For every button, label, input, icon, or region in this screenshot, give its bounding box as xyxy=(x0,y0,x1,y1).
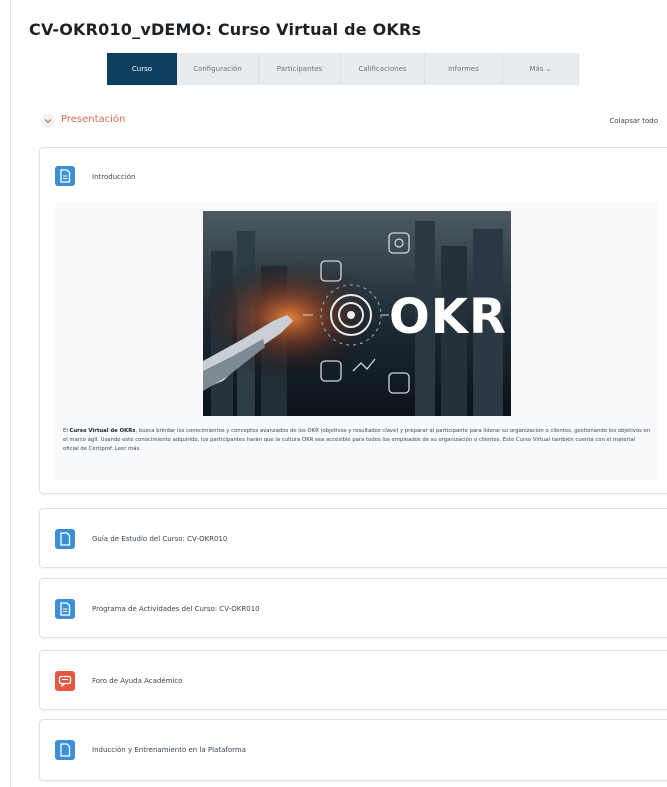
course-page: CV-OKR010_vDEMO: Curso Virtual de OKRs C… xyxy=(10,0,667,787)
okr-hero-image: OKR xyxy=(203,211,511,416)
tab-configuracion[interactable]: Configuración xyxy=(177,53,259,85)
activity-link-foro[interactable]: Foro de Ayuda Académico xyxy=(92,677,183,685)
section-title[interactable]: Presentación xyxy=(61,114,125,125)
tab-curso[interactable]: Curso xyxy=(107,53,177,85)
tab-mas[interactable]: Más ⌄ xyxy=(503,53,579,85)
activity-card-guia: Guía de Estudio del Curso: CV-OKR010 xyxy=(39,508,667,568)
activity-link-guia[interactable]: Guía de Estudio del Curso: CV-OKR010 xyxy=(92,535,227,543)
course-name-bold: Curso Virtual de OKRs xyxy=(69,428,136,434)
description-body: , busca brindar los conocimientos y conc… xyxy=(63,428,651,452)
tab-calificaciones[interactable]: Calificaciones xyxy=(341,53,425,85)
page-title: CV-OKR010_vDEMO: Curso Virtual de OKRs xyxy=(29,20,422,39)
chevron-down-icon xyxy=(44,119,52,124)
document-lines-icon xyxy=(55,599,75,619)
activity-summary: OKR El Curso Virtual de OKRs, busca brin… xyxy=(55,202,658,480)
activity-link-induccion[interactable]: Inducción y Entrenamiento en la Platafor… xyxy=(92,746,246,754)
activity-link-programa[interactable]: Programa de Actividades del Curso: CV-OK… xyxy=(92,605,260,613)
document-icon xyxy=(55,740,75,760)
document-icon xyxy=(55,529,75,549)
section-header: Presentación Colapsar todo xyxy=(29,112,662,132)
okr-hero-text: OKR xyxy=(389,289,507,345)
activity-card-programa: Programa de Actividades del Curso: CV-OK… xyxy=(39,578,667,638)
description-prefix: El xyxy=(63,428,68,434)
forum-icon xyxy=(55,671,75,691)
collapse-all-link[interactable]: Colapsar todo xyxy=(609,117,658,125)
activity-link-introduccion[interactable]: Introducción xyxy=(92,173,136,181)
tab-participantes[interactable]: Participantes xyxy=(259,53,341,85)
course-description: El Curso Virtual de OKRs, busca brindar … xyxy=(63,427,651,454)
course-nav-tabs: Curso Configuración Participantes Califi… xyxy=(107,53,579,85)
collapse-section-button[interactable] xyxy=(41,114,55,128)
tab-informes[interactable]: Informes xyxy=(425,53,503,85)
activity-card-foro: Foro de Ayuda Académico xyxy=(39,650,667,710)
activity-card-induccion: Inducción y Entrenamiento en la Platafor… xyxy=(39,719,667,781)
activity-card-introduccion: Introducción OKR El Curso Virtual de OKR… xyxy=(39,147,667,494)
document-lines-icon xyxy=(55,166,75,186)
